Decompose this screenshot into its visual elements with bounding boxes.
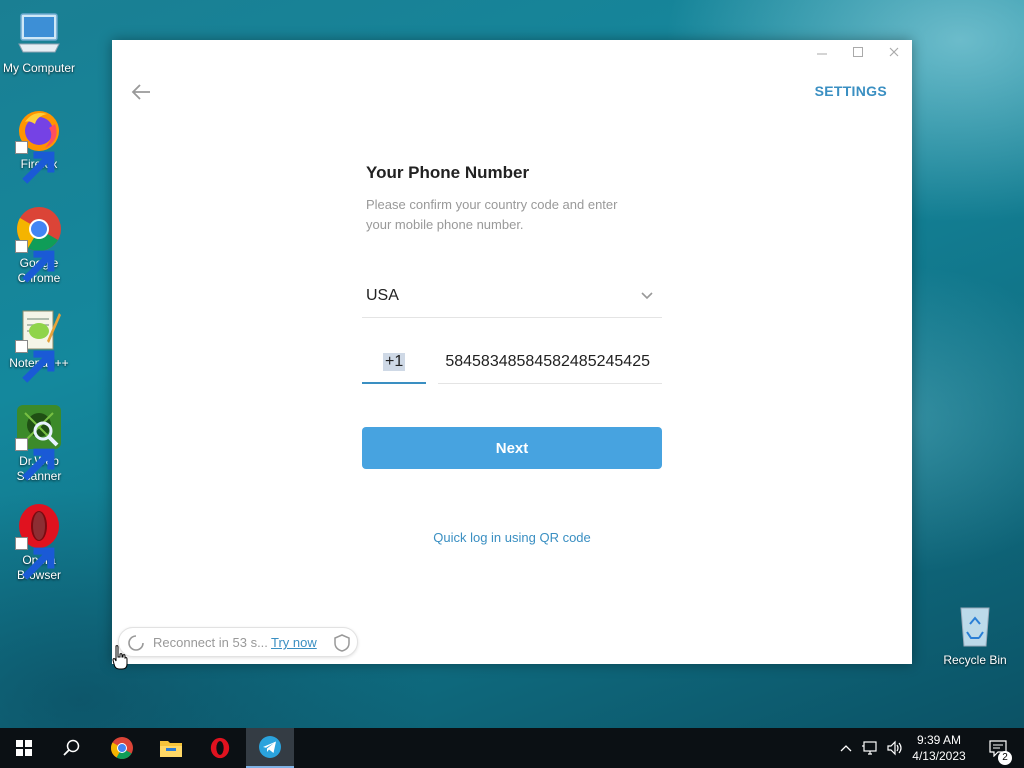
phone-number-input[interactable]: 5845834858458248524542​5 — [438, 341, 662, 384]
start-button[interactable] — [0, 728, 48, 768]
close-icon — [889, 47, 899, 57]
desktop-icon-firefox[interactable]: Firefox — [0, 106, 78, 184]
desktop-icon-notepadpp[interactable]: Notepad++ — [0, 305, 78, 383]
drweb-icon — [15, 403, 63, 481]
window-titlebar[interactable] — [112, 40, 912, 65]
taskbar: 9:39 AM 4/13/2023 2 — [0, 728, 1024, 768]
connection-status-bar: Reconnect in 53 s... Try now — [118, 627, 358, 657]
desktop-icon-recycle-bin[interactable]: Recycle Bin — [936, 602, 1014, 668]
desktop-icon-label: My Computer — [2, 61, 76, 75]
phone-number-value: 5845834858458248524542​5 — [445, 353, 650, 370]
chevron-up-icon — [840, 745, 852, 752]
network-icon — [862, 741, 877, 755]
shortcut-arrow-icon — [15, 537, 55, 580]
reconnect-text: Reconnect in 53 s... — [153, 635, 268, 650]
maximize-button[interactable] — [849, 44, 867, 60]
shortcut-arrow-icon — [15, 240, 55, 283]
desktop-icon-opera[interactable]: Opera Browser — [0, 502, 78, 583]
folder-icon — [160, 741, 182, 757]
clock-date: 4/13/2023 — [912, 749, 966, 763]
taskbar-telegram[interactable] — [246, 728, 294, 768]
desktop-icon-my-computer[interactable]: My Computer — [0, 10, 78, 76]
volume-icon — [887, 740, 902, 756]
clock-time: 9:39 AM — [916, 733, 962, 747]
close-button[interactable] — [885, 44, 903, 60]
desktop-icon-drweb[interactable]: Dr.Web Scanner — [0, 403, 78, 484]
taskbar-file-explorer[interactable] — [147, 728, 195, 768]
page-title: Your Phone Number — [366, 163, 530, 182]
opera-icon — [210, 737, 230, 759]
system-clock[interactable]: 9:39 AM 4/13/2023 — [904, 732, 974, 764]
taskbar-opera[interactable] — [196, 728, 244, 768]
chrome-icon — [15, 205, 63, 283]
shortcut-arrow-icon — [15, 141, 55, 184]
chrome-icon — [111, 737, 133, 759]
chevron-down-icon — [641, 292, 653, 300]
notification-count-badge: 2 — [998, 751, 1012, 765]
country-code-value: +1 — [383, 353, 406, 371]
settings-button[interactable]: SETTINGS — [815, 83, 887, 99]
windows-logo-icon — [16, 740, 32, 756]
country-value: USA — [366, 287, 399, 304]
loading-spinner-icon — [128, 635, 144, 651]
search-button[interactable] — [48, 728, 96, 768]
notepadpp-icon — [15, 305, 63, 383]
maximize-icon — [853, 47, 863, 57]
notification-center-button[interactable]: 2 — [978, 728, 1018, 768]
next-button[interactable]: Next — [362, 427, 662, 469]
country-select[interactable]: USA — [362, 273, 662, 318]
shield-icon[interactable] — [333, 633, 351, 653]
opera-icon — [15, 502, 63, 580]
minimize-icon — [817, 53, 827, 55]
network-button[interactable] — [860, 728, 882, 768]
hand-cursor-icon — [112, 645, 128, 670]
taskbar-chrome[interactable] — [98, 728, 146, 768]
desktop-icon-label: Recycle Bin — [943, 653, 1007, 667]
try-now-link[interactable]: Try now — [271, 635, 317, 650]
firefox-icon — [15, 106, 63, 184]
recycle-bin-icon — [951, 602, 999, 650]
page-subtitle: Please confirm your country code and ent… — [366, 197, 618, 232]
search-icon — [63, 739, 80, 756]
desktop-icon-chrome[interactable]: Google Chrome — [0, 205, 78, 286]
qr-login-link[interactable]: Quick log in using QR code — [362, 530, 662, 545]
shortcut-arrow-icon — [15, 340, 55, 383]
minimize-button[interactable] — [813, 44, 831, 60]
country-code-input[interactable]: +1 — [362, 341, 426, 384]
shortcut-arrow-icon — [15, 438, 55, 481]
back-arrow-icon[interactable] — [130, 82, 152, 102]
telegram-window: SETTINGS Your Phone Number Please confir… — [112, 40, 912, 664]
telegram-icon — [259, 736, 281, 758]
volume-button[interactable] — [884, 728, 906, 768]
computer-icon — [15, 10, 63, 58]
show-hidden-icons-button[interactable] — [838, 728, 854, 768]
